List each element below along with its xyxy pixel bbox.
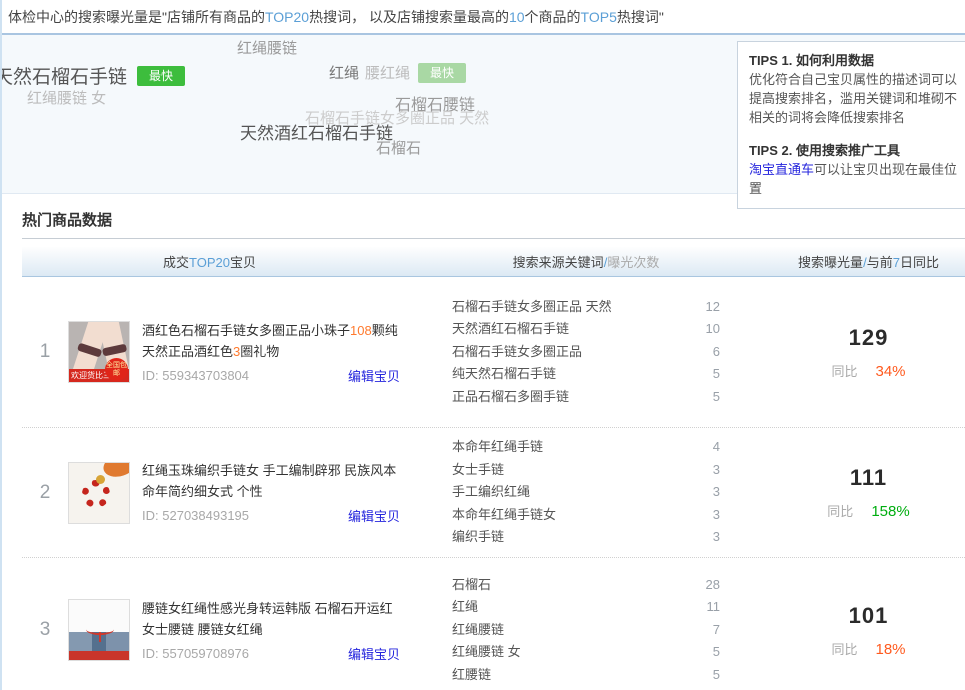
product-id: ID: 559343703804 — [142, 368, 249, 383]
fastest-badge: 最快 — [418, 63, 466, 83]
keyword-row: 天然酒红石榴石手链10 — [452, 318, 720, 341]
product-title: 酒红色石榴石手链女多圈正品小珠子108颗纯天然正品酒红色3圈礼物 — [142, 320, 400, 362]
section-title: 热门商品数据 — [22, 209, 965, 230]
edit-item-link[interactable]: 编辑宝贝 — [348, 506, 400, 525]
product-title: 腰链女红绳性感光身转运韩版 石榴石开运红女士腰链 腰链女红绳 — [142, 598, 400, 640]
exposure-cell: 129 同比 34% — [720, 325, 965, 380]
keyword-row: 石榴石手链女多圈正品6 — [452, 341, 720, 364]
compare-label: 同比 — [831, 364, 857, 379]
cloud-word: 红绳 — [329, 62, 359, 83]
ztc-promo-link[interactable]: 淘宝直通车 — [749, 162, 814, 177]
product-image[interactable] — [68, 462, 130, 524]
intro-segment: 热搜词， 以及店铺搜索量最高的 — [309, 9, 509, 25]
table-body: 1 欢迎货比三家 全国包邮 酒红色石榴石手链女多圈正品小珠子108颗纯天然正品酒… — [22, 277, 965, 690]
intro-segment: 个商品的 — [525, 9, 581, 25]
edit-item-link[interactable]: 编辑宝贝 — [348, 644, 400, 663]
keyword-row: 红绳腰链7 — [452, 619, 720, 642]
keyword-row: 女士手链3 — [452, 459, 720, 482]
product-id: ID: 557059708976 — [142, 646, 249, 661]
tips-box: TIPS 1. 如何利用数据 优化符合自己宝贝属性的描述词可以提高搜索排名，滥用… — [737, 41, 965, 209]
compare-label: 同比 — [827, 504, 853, 519]
tips-1-title: TIPS 1. 如何利用数据 — [749, 51, 965, 70]
exposure-cell: 101 同比 18% — [720, 603, 965, 658]
table-row: 1 欢迎货比三家 全国包邮 酒红色石榴石手链女多圈正品小珠子108颗纯天然正品酒… — [22, 277, 965, 427]
edit-item-link[interactable]: 编辑宝贝 — [348, 366, 400, 385]
keyword-list: 石榴石28 红绳11 红绳腰链7 红绳腰链 女5 红腰链5 — [452, 574, 720, 687]
compare-label: 同比 — [831, 642, 857, 657]
rank: 3 — [22, 619, 68, 641]
keyword-row: 红绳腰链 女5 — [452, 641, 720, 664]
rank: 2 — [22, 482, 68, 504]
keyword-row: 编织手链3 — [452, 526, 720, 549]
table-row: 3 腰链女红绳性感光身转运韩版 石榴石开运红女士腰链 腰链女红绳 ID: 557… — [22, 557, 965, 690]
keyword-row: 石榴石手链女多圈正品 天然12 — [452, 296, 720, 319]
gold-bead-graphic — [96, 475, 105, 484]
keyword-row: 正品石榴石多圈手链5 — [452, 386, 720, 409]
compare-percent: 34% — [875, 363, 905, 380]
column-header-top20-items: 成交TOP20宝贝 — [22, 252, 452, 271]
exposure-value: 111 — [772, 465, 965, 491]
keyword-list: 石榴石手链女多圈正品 天然12 天然酒红石榴石手链10 石榴石手链女多圈正品6 … — [452, 296, 720, 409]
cloud-word-label: 天然石榴石手链 — [0, 62, 127, 89]
intro-number: TOP5 — [581, 9, 617, 25]
rank: 1 — [22, 341, 68, 363]
cloud-word-label: 天然酒红石榴石手链 — [240, 119, 393, 144]
cloud-word: 石榴石 — [376, 137, 421, 158]
keyword-row: 红绳11 — [452, 596, 720, 619]
keyword-row: 石榴石28 — [452, 574, 720, 597]
section-divider — [22, 238, 965, 239]
cloud-word-label: 石榴石 — [376, 137, 421, 158]
intro-text: 体检中心的搜索曝光量是"店铺所有商品的TOP20热搜词， 以及店铺搜索量最高的1… — [2, 0, 965, 33]
cloud-word: 天然酒红石榴石手链 — [240, 119, 393, 144]
column-header-source-keywords: 搜索来源关键词/曝光次数 — [452, 252, 720, 271]
cloud-word-label: 红绳腰链 — [237, 37, 297, 58]
fastest-badge: 最快 — [137, 66, 185, 86]
product-image[interactable]: 欢迎货比三家 全国包邮 — [68, 321, 130, 383]
intro-segment: 体检中心的搜索曝光量是"店铺所有商品的 — [8, 9, 265, 25]
product-image[interactable] — [68, 599, 130, 661]
keyword-list: 本命年红绳手链4 女士手链3 手工编织红绳3 本命年红绳手链女3 编织手链3 — [452, 436, 720, 549]
free-shipping-seal: 全国包邮 — [105, 358, 128, 381]
red-bead-bracelet-graphic — [82, 480, 110, 508]
intro-number: TOP20 — [265, 9, 309, 25]
cloud-word: 红绳腰链 — [237, 37, 297, 58]
product-title: 红绳玉珠编织手链女 手工编制辟邪 民族风本命年简约细女式 个性 — [142, 460, 400, 502]
column-header-exposure: 搜索曝光量/与前7日同比 — [720, 252, 965, 271]
tips-1-body: 优化符合自己宝贝属性的描述词可以提高搜索排名，滥用关键词和堆砌不相关的词将会降低… — [749, 70, 965, 127]
cloud-word-label: 红绳腰链 女 — [27, 87, 106, 108]
intro-number: 10 — [509, 9, 525, 25]
keyword-row: 本命年红绳手链女3 — [452, 504, 720, 527]
cloud-word: 天然石榴石手链 最快 — [0, 62, 185, 89]
cloud-word: 腰红绳 最快 — [365, 62, 466, 83]
exposure-value: 101 — [772, 603, 965, 629]
table-header-row: 成交TOP20宝贝 搜索来源关键词/曝光次数 搜索曝光量/与前7日同比 — [22, 247, 965, 277]
keyword-cloud-panel: 红绳腰链 天然石榴石手链 最快 红绳腰链 女 红绳 腰红绳 最快 石榴石腰链 石… — [2, 33, 965, 194]
exposure-cell: 111 同比 158% — [720, 465, 965, 520]
tips-2-title: TIPS 2. 使用搜索推广工具 — [749, 141, 965, 160]
keyword-row: 手工编织红绳3 — [452, 481, 720, 504]
search-exposure-report: 体检中心的搜索曝光量是"店铺所有商品的TOP20热搜词， 以及店铺搜索量最高的1… — [0, 0, 965, 690]
cloud-word: 红绳腰链 女 — [27, 87, 106, 108]
cloud-word-label: 腰红绳 — [365, 62, 410, 83]
waist-chain-graphic — [99, 632, 101, 642]
intro-segment: 热搜词" — [617, 9, 664, 25]
product-id: ID: 527038493195 — [142, 508, 249, 523]
compare-percent: 158% — [871, 503, 909, 520]
table-row: 2 红绳玉珠编织手链女 手工编制辟邪 民族风本命年简约细女式 个性 ID: 52… — [22, 427, 965, 557]
promo-band-graphic — [69, 651, 129, 660]
exposure-value: 129 — [772, 325, 965, 351]
keyword-row: 纯天然石榴石手链5 — [452, 363, 720, 386]
cloud-word-label: 红绳 — [329, 62, 359, 83]
keyword-row: 红腰链5 — [452, 664, 720, 687]
compare-percent: 18% — [875, 641, 905, 658]
keyword-row: 本命年红绳手链4 — [452, 436, 720, 459]
